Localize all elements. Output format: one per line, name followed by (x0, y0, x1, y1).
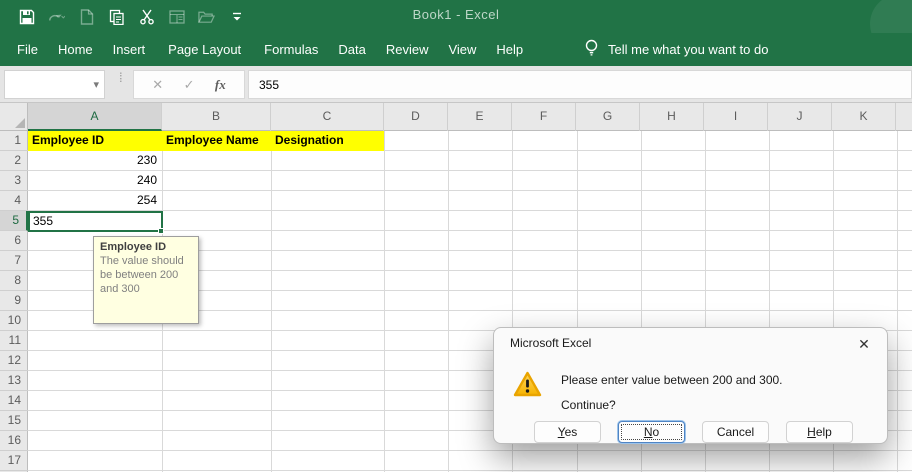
ribbon-tab[interactable]: Insert (103, 33, 156, 66)
cell-c1[interactable]: Designation (275, 131, 344, 151)
formula-bar: ▾ ⁞ ✕ ✓ fx 355 (0, 66, 912, 103)
insert-function-icon[interactable]: fx (215, 77, 226, 93)
dialog-title: Microsoft Excel (510, 336, 591, 350)
column-header[interactable]: H (640, 103, 704, 131)
tell-me-label: Tell me what you want to do (608, 42, 768, 57)
dialog-button[interactable]: No (618, 421, 685, 443)
row-header[interactable]: 3 (0, 171, 28, 191)
dialog-message: Please enter value between 200 and 300. (561, 373, 783, 387)
row-header[interactable]: 5 (0, 211, 28, 231)
title-bar: Book1 - Excel (0, 0, 912, 33)
gridline (271, 131, 272, 472)
select-all-triangle-icon (15, 118, 25, 128)
ribbon-tab[interactable]: Review (376, 33, 439, 66)
row-header[interactable]: 15 (0, 411, 28, 431)
cancel-entry-icon[interactable]: ✕ (152, 77, 163, 93)
column-a-values: 230240254 (28, 151, 162, 211)
column-header[interactable]: I (704, 103, 768, 131)
gridline (384, 131, 385, 472)
formula-input[interactable]: 355 (248, 70, 912, 99)
warning-triangle-icon (513, 371, 542, 403)
ribbon-tab[interactable]: View (438, 33, 486, 66)
excel-window: Book1 - Excel FileHomeInsertPage LayoutF… (0, 0, 912, 472)
row-header[interactable]: 13 (0, 371, 28, 391)
cell-b1[interactable]: Employee Name (166, 131, 259, 151)
cell-value[interactable]: 254 (28, 191, 162, 211)
dialog-button[interactable]: Cancel (702, 421, 769, 443)
column-header[interactable]: J (768, 103, 832, 131)
dialog-buttons: Yes No Cancel Help (534, 421, 854, 443)
name-box-dropdown-icon[interactable]: ▾ (93, 78, 99, 91)
dialog-continue-prompt: Continue? (561, 398, 616, 412)
cell-value[interactable]: 240 (28, 171, 162, 191)
row-header[interactable]: 6 (0, 231, 28, 251)
row-header[interactable]: 17 (0, 451, 28, 471)
column-header[interactable]: K (832, 103, 896, 131)
row-header[interactable]: 16 (0, 431, 28, 451)
column-header[interactable]: C (271, 103, 384, 131)
dialog-button[interactable]: Yes (534, 421, 601, 443)
ribbon-tab[interactable]: Home (48, 33, 103, 66)
name-box[interactable]: ▾ (4, 70, 105, 99)
tell-me-box[interactable]: Tell me what you want to do (584, 33, 768, 66)
tooltip-title: Employee ID (100, 241, 192, 253)
gridline (448, 131, 449, 472)
active-cell-a5[interactable]: 355 (28, 211, 163, 232)
column-header[interactable]: E (448, 103, 512, 131)
window-title: Book1 - Excel (0, 7, 912, 22)
formula-bar-separator: ⁞ (119, 75, 123, 81)
cell-a1[interactable]: Employee ID (32, 131, 104, 151)
column-header[interactable]: G (576, 103, 640, 131)
row-header[interactable]: 4 (0, 191, 28, 211)
gridline (897, 131, 898, 472)
row-header[interactable]: 10 (0, 311, 28, 331)
ribbon-tab[interactable]: File (7, 33, 48, 66)
fill-handle[interactable] (158, 228, 164, 234)
row-header[interactable]: 14 (0, 391, 28, 411)
tooltip-body: The value should be between 200 and 300 (100, 254, 192, 296)
row-header[interactable]: 8 (0, 271, 28, 291)
column-header[interactable]: B (162, 103, 271, 131)
ribbon-tab[interactable]: Data (328, 33, 375, 66)
ribbon-tab[interactable]: Formulas (254, 33, 328, 66)
row-header[interactable]: 9 (0, 291, 28, 311)
column-header[interactable]: A (28, 103, 162, 131)
ribbon-tab-bar: FileHomeInsertPage LayoutFormulasDataRev… (0, 33, 912, 66)
dialog-close-icon[interactable]: ✕ (853, 333, 875, 355)
ribbon-tab[interactable]: Help (486, 33, 533, 66)
confirm-entry-icon[interactable]: ✓ (184, 77, 195, 93)
yellow-header-row[interactable]: Employee ID Employee Name Designation (28, 131, 384, 151)
select-all-corner[interactable] (0, 103, 28, 131)
row-header[interactable]: 1 (0, 131, 28, 151)
ribbon-tab[interactable]: Page Layout (155, 33, 254, 66)
validation-tooltip: Employee ID The value should be between … (93, 236, 199, 324)
dialog-button[interactable]: Help (786, 421, 853, 443)
column-headers: ABCDEFGHIJK (28, 103, 912, 131)
row-header[interactable]: 11 (0, 331, 28, 351)
row-header[interactable]: 2 (0, 151, 28, 171)
column-header[interactable]: F (512, 103, 576, 131)
row-headers: 1234567891011121314151617 (0, 131, 28, 472)
validation-dialog: Microsoft Excel ✕ Please enter value bet… (493, 327, 888, 444)
row-header[interactable]: 12 (0, 351, 28, 371)
cell-value[interactable]: 230 (28, 151, 162, 171)
row-header[interactable]: 7 (0, 251, 28, 271)
column-header[interactable]: D (384, 103, 448, 131)
lightbulb-icon (584, 39, 599, 60)
formula-buttons: ✕ ✓ fx (133, 70, 245, 99)
